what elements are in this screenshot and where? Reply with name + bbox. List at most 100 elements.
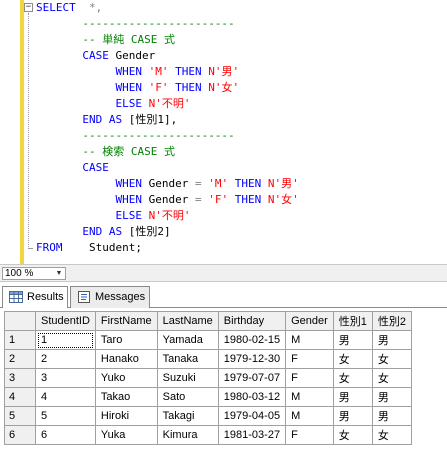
row-number[interactable]: 4: [4, 387, 36, 407]
code-line[interactable]: -- 単純 CASE 式: [36, 32, 299, 48]
code-line[interactable]: ELSE N'不明': [36, 96, 299, 112]
column-header[interactable]: LastName: [156, 311, 219, 331]
code-line[interactable]: -- 検索 CASE 式: [36, 144, 299, 160]
grid-cell[interactable]: 1980-02-15: [217, 330, 287, 350]
grid-cell[interactable]: 1980-03-12: [217, 387, 287, 407]
grid-cell[interactable]: 1: [35, 330, 96, 350]
zoom-select[interactable]: 100 % ▼: [2, 267, 66, 280]
grid-cell[interactable]: M: [285, 387, 334, 407]
code-line[interactable]: FROM Student;: [36, 240, 299, 256]
grid-cell[interactable]: 女: [332, 368, 373, 388]
code-token: WHEN: [115, 193, 142, 206]
code-line[interactable]: END AS [性別1],: [36, 112, 299, 128]
grid-cell[interactable]: Yuko: [94, 368, 158, 388]
grid-cell[interactable]: 女: [332, 425, 373, 445]
grid-cell[interactable]: 男: [371, 406, 413, 426]
grid-cell[interactable]: 3: [35, 368, 96, 388]
row-number[interactable]: 5: [4, 406, 36, 426]
column-header[interactable]: FirstName: [94, 311, 158, 331]
code-token: END: [82, 113, 103, 126]
grid-cell[interactable]: Tanaka: [156, 349, 219, 369]
sql-editor[interactable]: − SELECT *, ----------------------- -- 単…: [0, 0, 447, 264]
table-row[interactable]: 6 6 Yuka Kimura 1981-03-27 F 女女: [4, 425, 413, 445]
code-line[interactable]: -----------------------: [36, 128, 299, 144]
code-line[interactable]: SELECT *,: [36, 0, 299, 16]
chevron-down-icon[interactable]: ▼: [54, 268, 64, 279]
grid-corner[interactable]: [4, 311, 36, 331]
grid-cell[interactable]: 1979-07-07: [217, 368, 287, 388]
code-line[interactable]: -----------------------: [36, 16, 299, 32]
grid-cell[interactable]: 4: [35, 387, 96, 407]
grid-cell[interactable]: 女: [371, 425, 413, 445]
grid-cell[interactable]: 男: [332, 406, 373, 426]
row-number[interactable]: 1: [4, 330, 36, 350]
grid-cell[interactable]: 1981-03-27: [217, 425, 287, 445]
code-line[interactable]: WHEN Gender = 'M' THEN N'男': [36, 176, 298, 192]
grid-cell[interactable]: 男: [332, 387, 373, 407]
tab-messages[interactable]: Messages: [70, 286, 150, 308]
grid-cell[interactable]: 2: [35, 349, 96, 369]
grid-cell[interactable]: Taro: [94, 330, 158, 350]
grid-cell[interactable]: F: [285, 425, 334, 445]
grid-cell[interactable]: 男: [332, 330, 373, 350]
grid-cell[interactable]: Takao: [94, 387, 158, 407]
collapse-outline-icon[interactable]: −: [24, 3, 33, 12]
horizontal-scrollbar[interactable]: [68, 267, 445, 280]
grid-cell[interactable]: Hanako: [94, 349, 158, 369]
row-number[interactable]: 6: [4, 425, 36, 445]
row-number[interactable]: 2: [4, 349, 36, 369]
column-header[interactable]: 性別1: [332, 311, 373, 331]
results-tabstrip: Results Messages: [0, 282, 447, 309]
grid-cell[interactable]: F: [285, 349, 334, 369]
row-number[interactable]: 3: [4, 368, 36, 388]
code-token: *,: [89, 1, 103, 14]
grid-cell[interactable]: Kimura: [156, 425, 219, 445]
code-token: N'男': [208, 65, 240, 78]
grid-cell[interactable]: M: [285, 330, 334, 350]
grid-cell[interactable]: Yamada: [156, 330, 219, 350]
code-token: END: [82, 225, 103, 238]
column-header[interactable]: Gender: [285, 311, 334, 331]
grid-cell[interactable]: 女: [371, 349, 413, 369]
code-token: 'F': [148, 81, 169, 94]
grid-cell[interactable]: 女: [332, 349, 373, 369]
code-line[interactable]: CASE: [36, 160, 299, 176]
code-token: -----------------------: [82, 17, 235, 30]
grid-cell[interactable]: 男: [371, 387, 413, 407]
table-row[interactable]: 4 4 Takao Sato 1980-03-12 M 男男: [4, 387, 413, 407]
grid-cell[interactable]: Suzuki: [156, 368, 219, 388]
column-header[interactable]: Birthday: [217, 311, 287, 331]
code-line[interactable]: CASE Gender: [36, 48, 299, 64]
code-line[interactable]: WHEN 'M' THEN N'男': [36, 64, 299, 80]
grid-cell[interactable]: Takagi: [156, 406, 219, 426]
tab-results[interactable]: Results: [2, 286, 68, 309]
table-row[interactable]: 5 5 Hiroki Takagi 1979-04-05 M 男男: [4, 406, 413, 426]
grid-cell[interactable]: 1979-12-30: [217, 349, 287, 369]
column-header[interactable]: StudentID: [35, 311, 96, 331]
table-row[interactable]: 1 1 Taro Yamada 1980-02-15 M 男男: [4, 330, 413, 350]
sql-code[interactable]: SELECT *, ----------------------- -- 単純 …: [36, 0, 299, 256]
grid-cell[interactable]: 女: [371, 368, 413, 388]
grid-cell[interactable]: M: [285, 406, 334, 426]
grid-cell[interactable]: Hiroki: [94, 406, 158, 426]
code-line[interactable]: ELSE N'不明': [36, 208, 299, 224]
code-line[interactable]: END AS [性別2]: [36, 224, 299, 240]
grid-cell[interactable]: 男: [371, 330, 413, 350]
column-header[interactable]: 性別2: [371, 311, 413, 331]
code-line[interactable]: WHEN 'F' THEN N'女': [36, 80, 299, 96]
grid-cell[interactable]: 1979-04-05: [217, 406, 287, 426]
grid-cell[interactable]: 5: [35, 406, 96, 426]
grid-cell[interactable]: F: [285, 368, 334, 388]
table-row[interactable]: 3 3 Yuko Suzuki 1979-07-07 F 女女: [4, 368, 413, 388]
table-row[interactable]: 2 2 Hanako Tanaka 1979-12-30 F 女女: [4, 349, 413, 369]
grid-cell[interactable]: Yuka: [94, 425, 158, 445]
grid-cell[interactable]: 6: [35, 425, 96, 445]
results-grid[interactable]: StudentID FirstName LastName Birthday Gender…: [4, 311, 413, 445]
code-line[interactable]: WHEN Gender = 'F' THEN N'女': [36, 192, 298, 208]
grid-cell[interactable]: Sato: [156, 387, 219, 407]
